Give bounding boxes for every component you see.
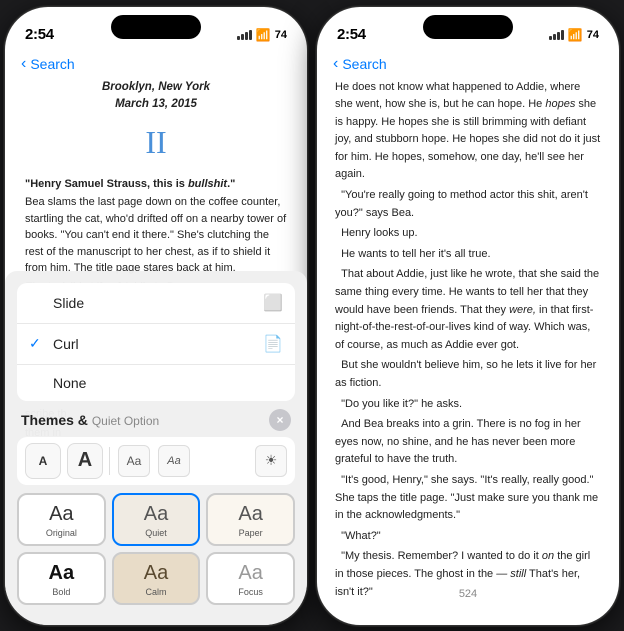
- theme-name-bold: Bold: [52, 587, 70, 597]
- book-location: Brooklyn, New YorkMarch 13, 2015: [25, 79, 287, 115]
- theme-name-calm: Calm: [145, 587, 166, 597]
- theme-paper[interactable]: Aa Paper: [206, 493, 295, 546]
- theme-focus[interactable]: Aa Focus: [206, 552, 295, 605]
- check-slide: [29, 295, 45, 311]
- book-content-right: He does not know what happened to Addie,…: [317, 79, 619, 599]
- theme-quiet[interactable]: Aa Quiet: [112, 493, 201, 546]
- phone-left: 2:54 📶 74 ‹ Search Brooklyn, N: [4, 6, 308, 626]
- chevron-left-icon-right: ‹: [333, 55, 338, 73]
- status-bar-right: 2:54 📶 74: [317, 7, 619, 51]
- chapter-number: II: [25, 118, 287, 168]
- theme-aa-quiet: Aa: [144, 503, 168, 526]
- theme-calm[interactable]: Aa Calm: [112, 552, 201, 605]
- scroll-option-curl[interactable]: ✓ Curl 📄: [17, 324, 295, 365]
- theme-name-paper: Paper: [239, 528, 263, 538]
- check-none: [29, 375, 45, 391]
- scroll-label-curl: Curl: [53, 336, 263, 352]
- battery-icon-right: 74: [587, 29, 599, 41]
- themes-title: Themes & Quiet Option: [21, 412, 159, 428]
- brightness-icon: ☀: [265, 452, 278, 469]
- battery-icon: 74: [275, 29, 287, 41]
- font-decrease-button[interactable]: A: [25, 443, 61, 479]
- theme-bold[interactable]: Aa Bold: [17, 552, 106, 605]
- themes-header: Themes & Quiet Option ×: [17, 409, 295, 437]
- wifi-icon: 📶: [256, 28, 271, 42]
- font-increase-button[interactable]: A: [67, 443, 103, 479]
- signal-icon-right: [549, 30, 564, 40]
- theme-aa-focus: Aa: [238, 562, 262, 585]
- page-number: 524: [317, 588, 619, 600]
- theme-aa-bold: Aa: [49, 562, 75, 585]
- brightness-button[interactable]: ☀: [255, 445, 287, 477]
- status-bar-left: 2:54 📶 74: [5, 7, 307, 51]
- scroll-option-none[interactable]: None: [17, 365, 295, 401]
- scroll-options-list: Slide ⬜ ✓ Curl 📄 None: [17, 283, 295, 401]
- font-name-button[interactable]: Aa: [118, 445, 150, 477]
- time-left: 2:54: [25, 26, 54, 43]
- check-curl: ✓: [29, 335, 45, 352]
- font-controls-row: A A Aa Aa ☀: [17, 437, 295, 485]
- nav-bar-right: ‹ Search: [317, 51, 619, 79]
- time-right: 2:54: [337, 26, 366, 43]
- back-button-right[interactable]: ‹ Search: [333, 55, 387, 73]
- theme-aa-original: Aa: [49, 503, 73, 526]
- theme-aa-paper: Aa: [238, 503, 262, 526]
- themes-grid: Aa Original Aa Quiet Aa Paper Aa Bold Aa: [17, 493, 295, 605]
- scroll-label-slide: Slide: [53, 295, 263, 311]
- chevron-left-icon: ‹: [21, 55, 26, 73]
- scroll-label-none: None: [53, 375, 283, 391]
- theme-name-quiet: Quiet: [145, 528, 167, 538]
- nav-bar-left: ‹ Search: [5, 51, 307, 79]
- theme-name-focus: Focus: [238, 587, 263, 597]
- back-button-left[interactable]: ‹ Search: [21, 55, 75, 73]
- font-name-icon: Aa: [127, 454, 142, 468]
- font-style-icon: Aa: [167, 455, 180, 467]
- back-label-right: Search: [342, 56, 386, 72]
- status-icons-left: 📶 74: [237, 28, 287, 42]
- scroll-option-slide[interactable]: Slide ⬜: [17, 283, 295, 324]
- divider: [109, 447, 110, 475]
- font-style-button[interactable]: Aa: [158, 445, 190, 477]
- wifi-icon-right: 📶: [568, 28, 583, 42]
- close-button[interactable]: ×: [269, 409, 291, 431]
- theme-aa-calm: Aa: [144, 562, 168, 585]
- scroll-icon-slide: ⬜: [263, 293, 283, 313]
- back-label-left: Search: [30, 56, 74, 72]
- scroll-icon-curl: 📄: [263, 334, 283, 354]
- status-icons-right: 📶 74: [549, 28, 599, 42]
- theme-original[interactable]: Aa Original: [17, 493, 106, 546]
- signal-icon: [237, 30, 252, 40]
- theme-name-original: Original: [46, 528, 77, 538]
- phone-right: 2:54 📶 74 ‹ Search He does not know wha: [316, 6, 620, 626]
- bottom-panel: Slide ⬜ ✓ Curl 📄 None Themes & Quiet Opt…: [5, 271, 307, 625]
